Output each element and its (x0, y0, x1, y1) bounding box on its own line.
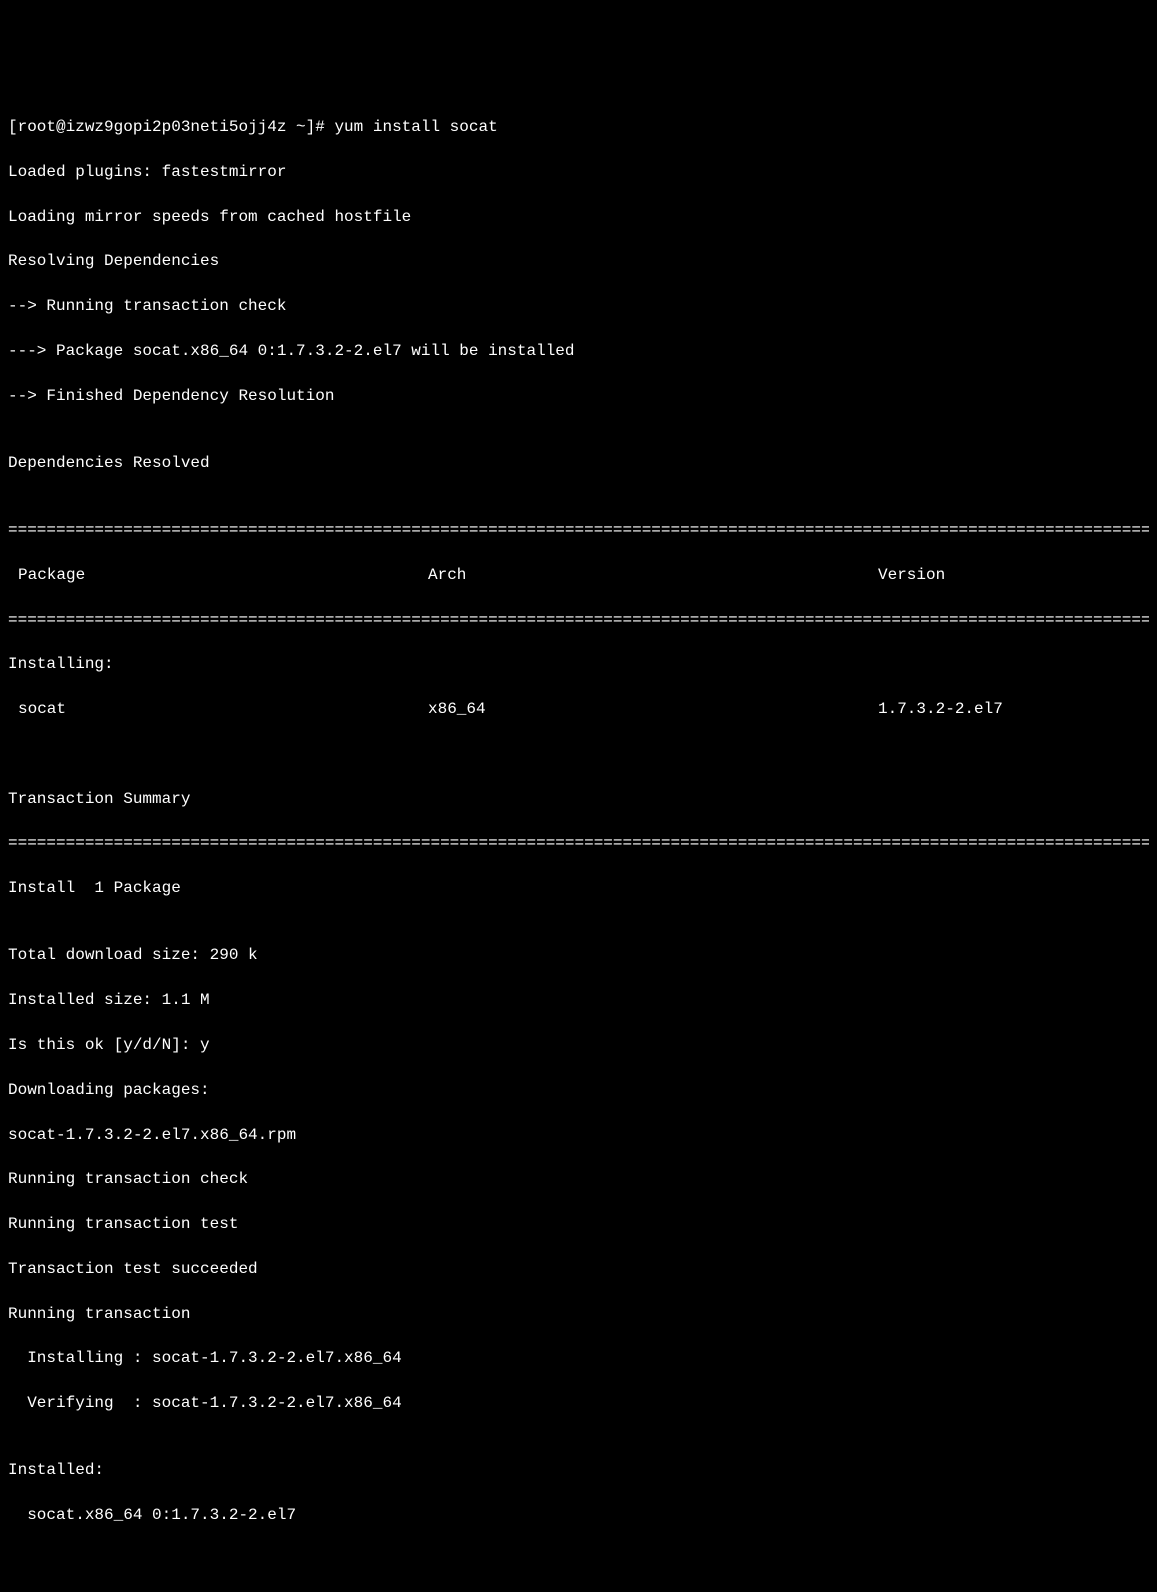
output-line: Running transaction check (8, 1168, 1149, 1190)
output-line: Running transaction test (8, 1213, 1149, 1235)
cell-arch: x86_64 (428, 698, 878, 720)
command-text: yum install socat (334, 118, 497, 136)
terminal-output: [root@izwz9gopi2p03neti5ojj4z ~]# yum in… (8, 94, 1149, 1549)
divider-line: ========================================… (8, 832, 1149, 854)
output-line: socat.x86_64 0:1.7.3.2-2.el7 (8, 1504, 1149, 1526)
output-line: Transaction test succeeded (8, 1258, 1149, 1280)
output-line: Verifying : socat-1.7.3.2-2.el7.x86_64 (8, 1392, 1149, 1414)
installing-label: Installing: (8, 653, 1149, 675)
output-line: Installed size: 1.1 M (8, 989, 1149, 1011)
header-package: Package (8, 564, 428, 586)
header-arch: Arch (428, 564, 878, 586)
transaction-summary-label: Transaction Summary (8, 788, 1149, 810)
output-line: Installed: (8, 1459, 1149, 1481)
output-line: socat-1.7.3.2-2.el7.x86_64.rpm (8, 1124, 1149, 1146)
output-line: Installing : socat-1.7.3.2-2.el7.x86_64 (8, 1347, 1149, 1369)
output-line: Downloading packages: (8, 1079, 1149, 1101)
install-summary: Install 1 Package (8, 877, 1149, 899)
output-line: Is this ok [y/d/N]: y (8, 1034, 1149, 1056)
cell-version: 1.7.3.2-2.el7 (878, 698, 1149, 720)
output-line: Total download size: 290 k (8, 944, 1149, 966)
output-line: ---> Package socat.x86_64 0:1.7.3.2-2.el… (8, 340, 1149, 362)
output-line: Loaded plugins: fastestmirror (8, 161, 1149, 183)
output-line: Loading mirror speeds from cached hostfi… (8, 206, 1149, 228)
output-line: Dependencies Resolved (8, 452, 1149, 474)
table-header-row: PackageArchVersion (8, 564, 1149, 586)
divider-line: ========================================… (8, 609, 1149, 631)
divider-line: ========================================… (8, 519, 1149, 541)
output-line: Running transaction (8, 1303, 1149, 1325)
command-line[interactable]: [root@izwz9gopi2p03neti5ojj4z ~]# yum in… (8, 116, 1149, 138)
blank-line (8, 743, 1149, 765)
output-line: --> Running transaction check (8, 295, 1149, 317)
table-row: socatx86_641.7.3.2-2.el7 (8, 698, 1149, 720)
header-version: Version (878, 564, 1149, 586)
cell-package: socat (8, 698, 428, 720)
output-line: Resolving Dependencies (8, 250, 1149, 272)
output-line: --> Finished Dependency Resolution (8, 385, 1149, 407)
shell-prompt: [root@izwz9gopi2p03neti5ojj4z ~]# (8, 118, 334, 136)
